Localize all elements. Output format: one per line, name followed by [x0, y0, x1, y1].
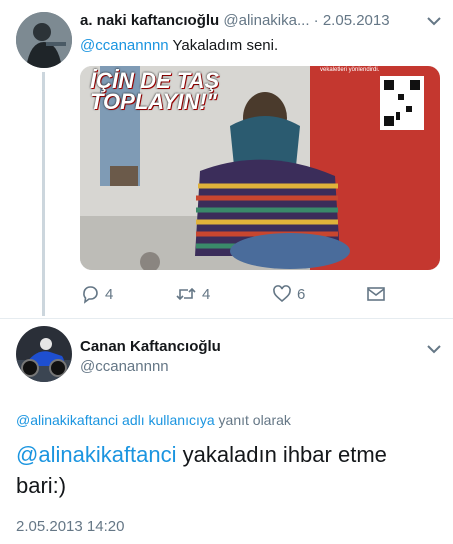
- reply-button[interactable]: 4: [80, 284, 113, 304]
- replying-to-suffix: yanıt olarak: [214, 412, 291, 428]
- thread-line: [42, 72, 45, 316]
- divider: [0, 318, 453, 319]
- replying-to-handle[interactable]: @alinakikaftanci adlı kullanıcıya: [16, 412, 215, 428]
- like-button[interactable]: 6: [272, 284, 305, 304]
- tweet-body: Yakaladım seni.: [168, 37, 279, 54]
- reply-mention[interactable]: @alinakikaftanci: [16, 442, 177, 467]
- direct-message-button[interactable]: [366, 284, 386, 304]
- author-avatar[interactable]: [16, 12, 72, 68]
- tweet-header: a. naki kaftancıoğlu @alinakika... · 2.0…: [80, 12, 445, 32]
- reply-body: yakaladın ihbar etme: [176, 442, 387, 467]
- reply-chevron-down-icon[interactable]: [426, 343, 442, 355]
- tweet-text: @ccanannnn Yakaladım seni.: [80, 37, 278, 54]
- retweet-icon: [175, 284, 197, 304]
- reply-author-handle[interactable]: @ccanannnn: [80, 358, 169, 375]
- author-handle[interactable]: @alinakika...: [223, 12, 309, 29]
- tweet-date[interactable]: 2.05.2013: [323, 12, 390, 29]
- replying-to: @alinakikaftanci adlı kullanıcıya yanıt …: [16, 412, 291, 428]
- reply-timestamp[interactable]: 2.05.2013 14:20: [16, 518, 124, 535]
- envelope-icon: [366, 284, 386, 304]
- reply-icon: [80, 284, 100, 304]
- tweet-image[interactable]: İÇİN DE TAŞ TOPLAYIN!" vekaletleri yönle…: [80, 66, 440, 270]
- retweet-button[interactable]: 4: [175, 284, 210, 304]
- heart-icon: [272, 284, 292, 304]
- reply-author-avatar[interactable]: [16, 326, 72, 382]
- reply-text-line1: @alinakikaftanci yakaladın ihbar etme: [16, 439, 446, 470]
- separator: ·: [313, 12, 319, 29]
- reply-text: @alinakikaftanci yakaladın ihbar etme ba…: [16, 439, 446, 501]
- retweet-count: 4: [202, 285, 211, 303]
- like-count: 6: [297, 285, 306, 303]
- image-headline-line1: İÇİN DE TAŞ: [90, 68, 220, 93]
- image-headline: İÇİN DE TAŞ TOPLAYIN!": [90, 68, 220, 114]
- reply-text-line2: bari:): [16, 473, 67, 498]
- tweet-mention[interactable]: @ccanannnn: [80, 37, 169, 54]
- image-headline-line2: TOPLAYIN!": [90, 89, 217, 114]
- reply-author-name[interactable]: Canan Kaftancıoğlu: [80, 338, 221, 355]
- image-corner-text: vekaletleri yönlendirdi.: [320, 67, 380, 73]
- chevron-down-icon[interactable]: [426, 15, 442, 27]
- reply-count: 4: [105, 285, 114, 303]
- author-name[interactable]: a. naki kaftancıoğlu: [80, 12, 219, 29]
